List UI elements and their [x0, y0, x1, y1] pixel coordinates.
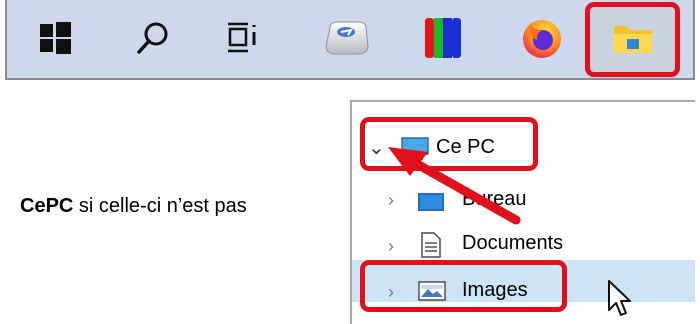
folder-icon — [614, 26, 652, 53]
search-button[interactable] — [123, 8, 183, 68]
keyboard-key-icon — [325, 21, 369, 55]
red-arrow-annotation — [388, 147, 521, 225]
task-view-icon — [228, 22, 256, 53]
search-icon — [137, 22, 168, 54]
firefox-icon — [523, 20, 561, 58]
caption-rest: si celle-ci n’est pas — [73, 195, 247, 217]
color-bars-app-button[interactable] — [413, 8, 473, 68]
taskbar — [5, 0, 695, 80]
task-view-button[interactable] — [214, 8, 274, 68]
color-bars-icon — [425, 18, 461, 58]
firefox-button[interactable] — [512, 8, 572, 68]
explorer-tree: ⌄ Ce PC › Bureau › Documents › Images — [350, 100, 695, 324]
keyboard-app-button[interactable] — [317, 8, 377, 68]
windows-logo-icon — [40, 22, 71, 54]
caption-bold: CePC — [20, 195, 74, 217]
caption-text: CePC si celle-ci n’est pas — [20, 195, 247, 218]
windows-start-button[interactable] — [25, 8, 85, 68]
file-explorer-button[interactable] — [603, 8, 663, 68]
